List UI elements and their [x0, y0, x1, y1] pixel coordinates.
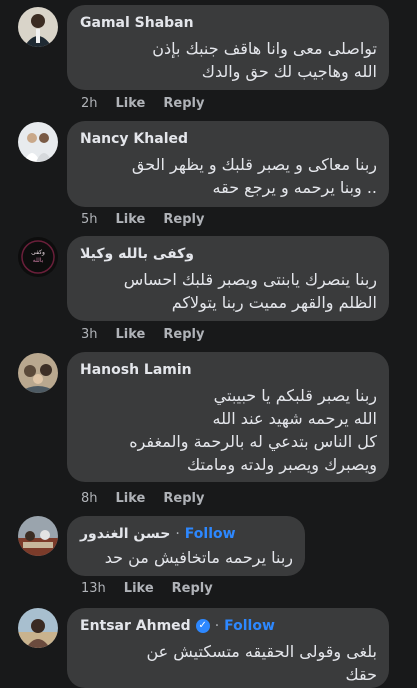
comment-bubble: Entsar Ahmed ✓ · Follow بلغى وقولى الحقي… — [67, 608, 389, 688]
follow-button[interactable]: Follow — [224, 618, 275, 634]
avatar[interactable] — [18, 7, 58, 47]
verified-badge-icon: ✓ — [195, 619, 210, 633]
like-button[interactable]: Like — [124, 581, 154, 596]
comment-actions: 13h Like Reply — [81, 581, 213, 596]
comment-author[interactable]: Nancy Khaled — [80, 131, 188, 147]
comment-text: تواصلى معى وانا هاقف جنبك بإذن الله وهاج… — [152, 39, 377, 81]
reply-button[interactable]: Reply — [163, 96, 204, 111]
comment-text: ربنا يصبر قلبكم يا حبيبتي الله يرحمه شهي… — [129, 386, 377, 474]
comment-actions: 2h Like Reply — [81, 96, 204, 111]
comment-bubble: Hanosh Lamin ربنا يصبر قلبكم يا حبيبتي ا… — [67, 352, 389, 482]
comment-author[interactable]: Entsar Ahmed — [80, 618, 191, 634]
comment-actions: 3h Like Reply — [81, 327, 204, 342]
comment-text: ربنا ينصرك يابنتى ويصبر قلبك احساس الظلم… — [123, 270, 377, 312]
svg-text:بالله: بالله — [33, 257, 44, 264]
reply-button[interactable]: Reply — [163, 327, 204, 342]
comment-text: بلغى وقولى الحقيقه متسكتيش عن حقك — [146, 642, 377, 684]
reply-button[interactable]: Reply — [163, 491, 204, 506]
avatar[interactable] — [18, 122, 58, 162]
svg-text:وكفى: وكفى — [31, 249, 45, 256]
comment-author[interactable]: حسن الغندور — [80, 526, 170, 542]
reply-button[interactable]: Reply — [163, 212, 204, 227]
like-button[interactable]: Like — [116, 96, 146, 111]
comment-author[interactable]: Hanosh Lamin — [80, 362, 192, 378]
comment-timestamp[interactable]: 13h — [81, 581, 106, 596]
avatar[interactable] — [18, 353, 58, 393]
avatar[interactable] — [18, 516, 58, 556]
comment-bubble: Nancy Khaled ربنا معاكى و يصبر قلبك و يظ… — [67, 121, 389, 207]
comment-timestamp[interactable]: 8h — [81, 491, 98, 506]
comment-timestamp[interactable]: 3h — [81, 327, 98, 342]
comment-bubble: Gamal Shaban تواصلى معى وانا هاقف جنبك ب… — [67, 5, 389, 90]
avatar[interactable] — [18, 608, 58, 648]
comment-text: ربنا يرحمه ماتخافيش من حد — [104, 548, 293, 567]
separator-dot: · — [214, 618, 220, 634]
separator-dot: · — [175, 526, 180, 542]
comment-bubble: وكفى بالله وكيلا ربنا ينصرك يابنتى ويصبر… — [67, 236, 389, 321]
reply-button[interactable]: Reply — [172, 581, 213, 596]
follow-button[interactable]: Follow — [185, 526, 236, 542]
avatar[interactable]: وكفى بالله — [18, 237, 58, 277]
comment-text: ربنا معاكى و يصبر قلبك و يظهر الحق .. وب… — [131, 155, 377, 197]
comment-timestamp[interactable]: 2h — [81, 96, 98, 111]
comment-actions: 5h Like Reply — [81, 212, 204, 227]
comment-bubble: حسن الغندور · Follow ربنا يرحمه ماتخافيش… — [67, 516, 305, 576]
comment-actions: 8h Like Reply — [81, 491, 204, 506]
comment-author[interactable]: Gamal Shaban — [80, 15, 194, 31]
like-button[interactable]: Like — [116, 327, 146, 342]
like-button[interactable]: Like — [116, 491, 146, 506]
comment-author[interactable]: وكفى بالله وكيلا — [80, 246, 194, 262]
like-button[interactable]: Like — [116, 212, 146, 227]
comment-timestamp[interactable]: 5h — [81, 212, 98, 227]
